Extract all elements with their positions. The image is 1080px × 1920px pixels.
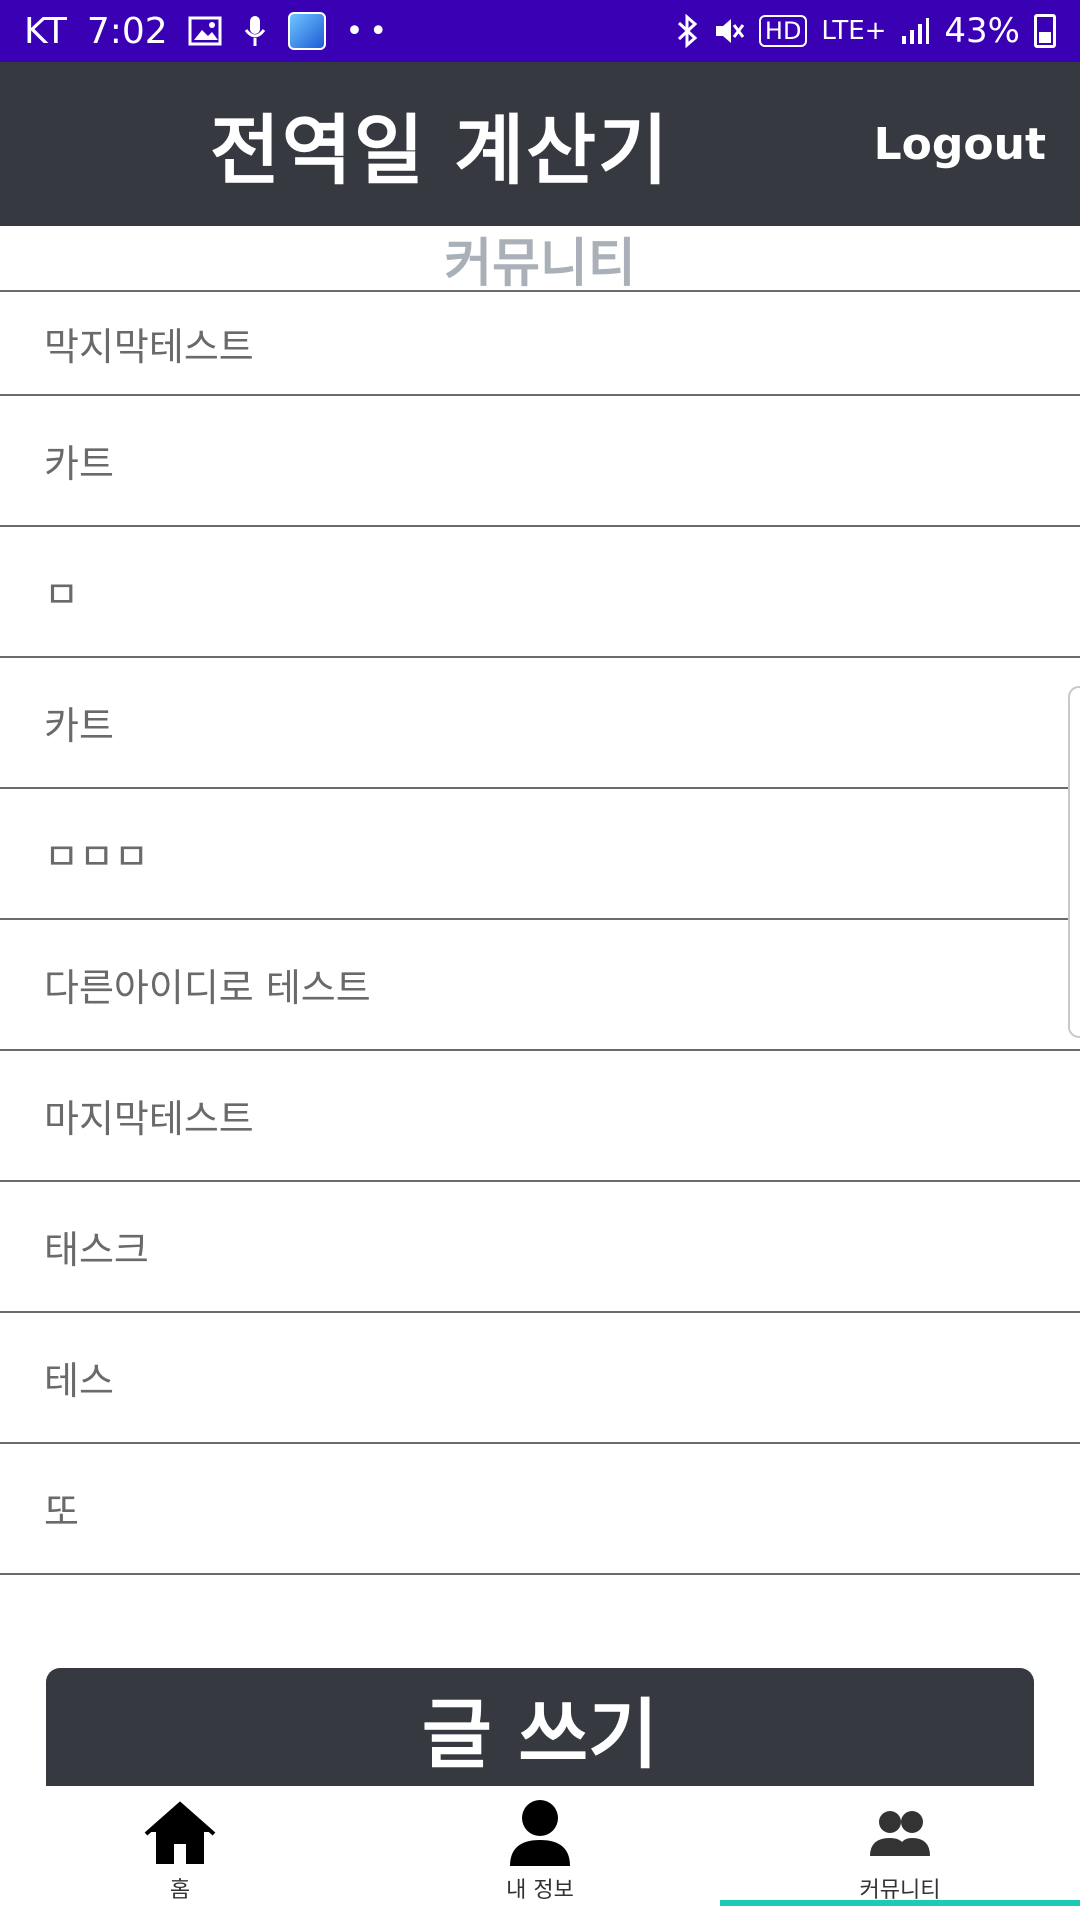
edge-panel-handle[interactable]	[1068, 686, 1080, 1038]
app-header: 전역일 계산기 Logout	[0, 62, 1080, 226]
status-bar: KT 7:02 •• HD LTE+ 43%	[0, 0, 1080, 62]
post-item[interactable]: 카트	[0, 396, 1080, 527]
post-title: 막지막테스트	[44, 324, 254, 369]
active-tab-indicator	[720, 1900, 1080, 1906]
nav-tab-home[interactable]: 홈	[0, 1786, 360, 1920]
post-item[interactable]: ㅁ	[0, 527, 1080, 658]
post-title: 다른아이디로 테스트	[44, 966, 371, 1010]
home-icon	[144, 1801, 216, 1864]
post-item[interactable]: ㅁㅁㅁ	[0, 789, 1080, 920]
post-list: 막지막테스트카트 ㅁ 카트 ㅁㅁㅁ 다른아이디로 테스트마지막테스트태스크테스또	[0, 292, 1080, 1575]
post-item[interactable]: 카트	[0, 658, 1080, 789]
microphone-icon	[242, 14, 268, 48]
more-notifications-icon: ••	[345, 13, 394, 49]
post-item[interactable]: 또	[0, 1444, 1080, 1575]
post-title: ㅁㅁㅁ	[44, 835, 149, 879]
post-title: 카트	[44, 442, 114, 486]
image-icon	[188, 16, 222, 46]
write-post-button[interactable]: 글 쓰기	[46, 1668, 1034, 1788]
post-title: 카트	[44, 704, 114, 748]
group-icon	[870, 1811, 930, 1856]
signal-icon	[900, 16, 930, 46]
nav-label-profile: 내 정보	[506, 1878, 574, 1903]
person-icon	[510, 1800, 570, 1866]
post-title: 또	[44, 1490, 79, 1534]
post-title: ㅁ	[44, 573, 79, 617]
post-item[interactable]: 태스크	[0, 1182, 1080, 1313]
post-title: 마지막테스트	[44, 1097, 254, 1141]
app-notification-icon	[287, 12, 326, 50]
nav-tab-profile[interactable]: 내 정보	[360, 1786, 720, 1920]
nav-label-home: 홈	[169, 1878, 191, 1903]
status-bar-left: KT 7:02 ••	[24, 11, 393, 52]
section-title: 커뮤니티	[0, 226, 1080, 294]
network-type: LTE+	[821, 16, 887, 46]
post-item[interactable]: 테스	[0, 1313, 1080, 1444]
bottom-navigation: 홈 내 정보 커뮤니티	[0, 1786, 1080, 1920]
app-title: 전역일 계산기	[210, 106, 670, 195]
bluetooth-icon	[675, 14, 699, 48]
battery-percent: 43%	[944, 11, 1020, 51]
nav-tab-community[interactable]: 커뮤니티	[720, 1786, 1080, 1920]
battery-icon	[1034, 14, 1056, 48]
mute-icon	[713, 15, 745, 47]
post-item[interactable]: 마지막테스트	[0, 1051, 1080, 1182]
carrier-label: KT	[24, 10, 67, 52]
post-title: 태스크	[44, 1228, 149, 1272]
status-bar-right: HD LTE+ 43%	[675, 11, 1056, 51]
post-title: 테스	[44, 1359, 114, 1403]
post-item[interactable]: 다른아이디로 테스트	[0, 920, 1080, 1051]
hd-voice-badge: HD	[758, 15, 808, 47]
logout-button[interactable]: Logout	[874, 62, 1046, 226]
clock: 7:02	[86, 10, 168, 52]
post-item[interactable]: 막지막테스트	[0, 292, 1080, 396]
